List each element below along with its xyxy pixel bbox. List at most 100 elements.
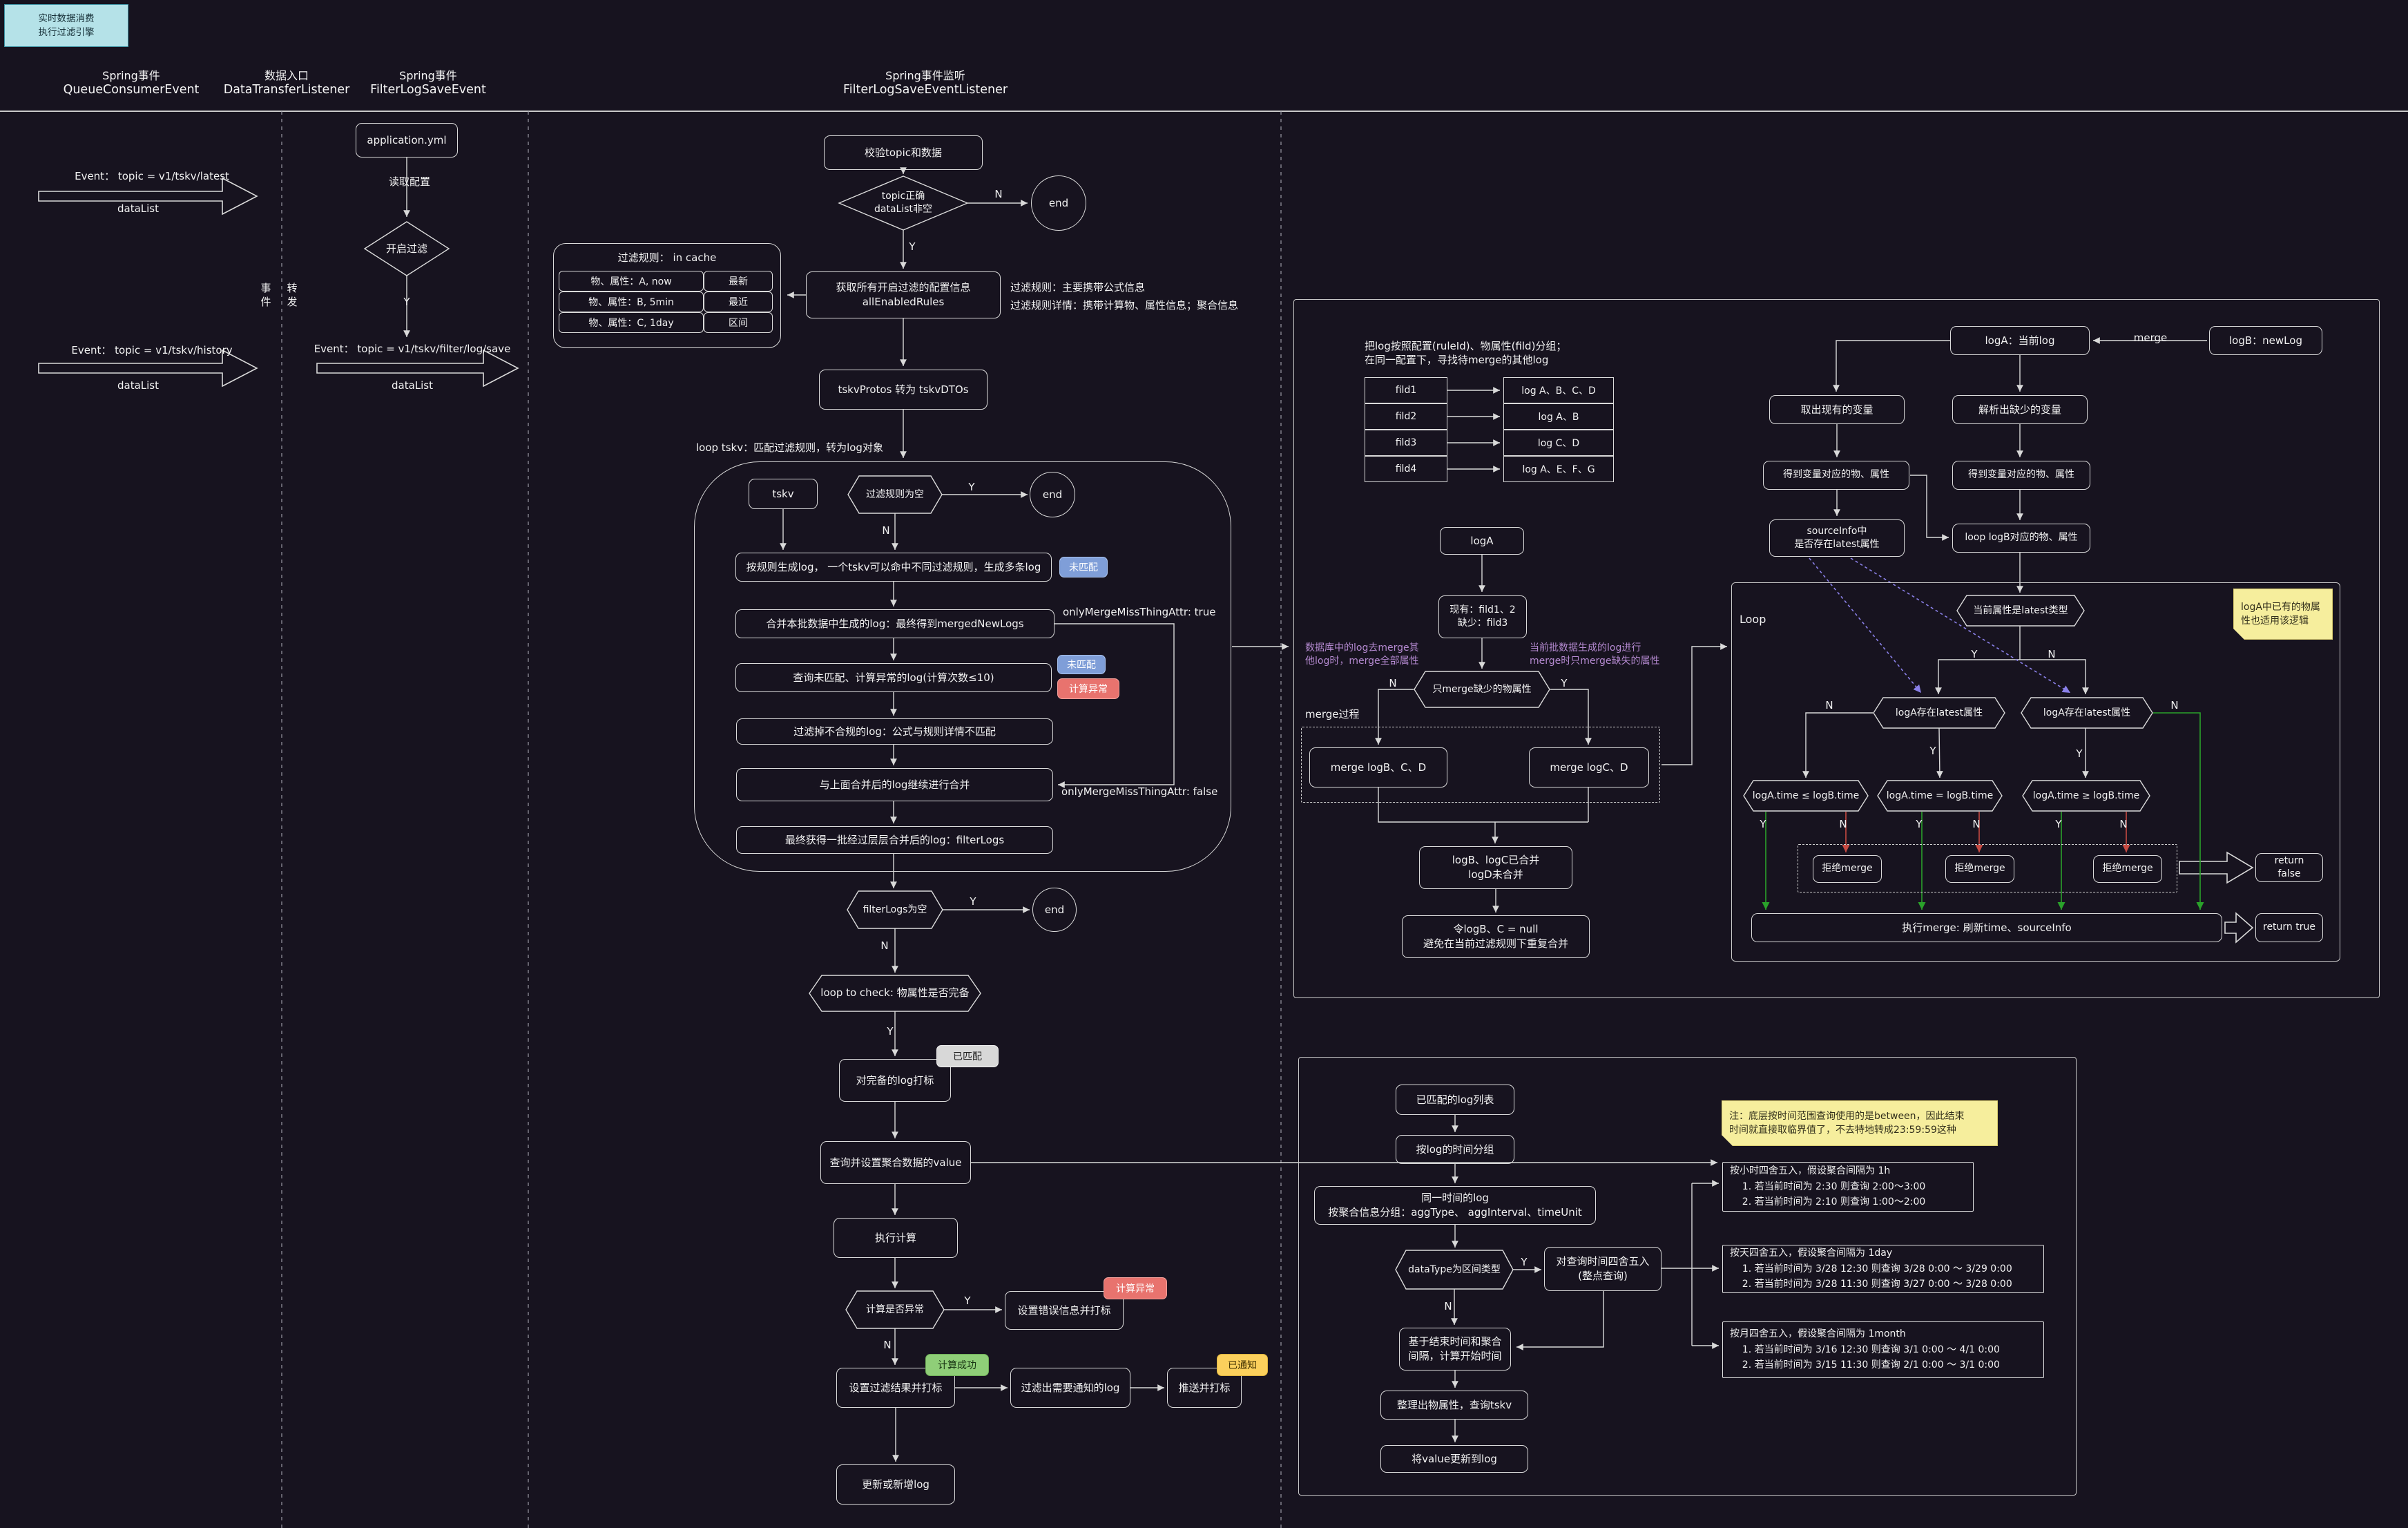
merged-state-node: logB、logC已合并 logD未合并 [1419,846,1572,889]
set-agg-value-node: 查询并设置聚合数据的value [820,1141,971,1184]
lane2-name: DataTransferListener [224,83,350,97]
note-db-merge: 数据库中的log去merge其 他log时，merge全部属性 [1305,640,1443,670]
final-logs-node: 最终获得一批经过层层合并后的log：filterLogs [736,826,1053,854]
application-yml-node: application.yml [356,123,458,157]
latest-type-decision: 当前属性是latest类型 [1957,595,2084,626]
event-history-label: Event： topic = v1/tskv/history [41,341,262,359]
filterlogs-empty-no: N [878,938,891,953]
time-eq-no: N [1970,816,1983,832]
has-latest-right-no: N [2168,698,2181,713]
get-enabled-rules-node: 获取所有开启过滤的配置信息 allEnabledRules [806,271,1001,318]
do-merge-node: 执行merge: 刷新time、sourceInfo [1751,913,2222,942]
loga-node: logA [1440,527,1524,555]
update-value-node: 将value更新到log [1380,1445,1528,1473]
calc-error-decision: 计算是否异常 [846,1291,944,1328]
return-true-node: return true [2255,913,2323,942]
take-vars-node: 取出现有的变量 [1769,395,1905,424]
time-eq-decision: logA.time = logB.time [1878,781,2002,811]
lane-header-queue-consumer: Spring事件 QueueConsumerEvent [41,61,221,102]
get-thing-attr-node: 得到变量对应的物、属性 [1763,461,1909,490]
merge-group-desc: 把log按照配置(ruleId)、物属性(fild)分组； 在同一配置下，寻找待… [1365,334,1661,372]
get-thing-attr-node: 得到变量对应的物、属性 [1952,461,2090,490]
cache-row-key: 物、属性：A, now [559,271,704,292]
convert-dto-node: tskvProtos 转为 tskvDTOs [819,370,988,410]
has-latest-left-no: N [1823,698,1836,713]
note-current-merge: 当前批数据生成的log进行 merge时只merge缺失的属性 [1530,640,1679,670]
latest-type-yes: Y [1968,647,1981,662]
gate-yes-label: Y [401,294,413,309]
run-calc-node: 执行计算 [834,1218,958,1258]
interval-yes: Y [1518,1254,1530,1270]
round-month-example: 按月四舍五入，假设聚合间隔为 1month 1. 若当前时间为 3/16 12:… [1722,1321,2044,1378]
merge-all-node: merge logB、C、D [1309,747,1447,787]
event-latest-payload: dataList [83,200,193,217]
return-false-node: return false [2255,853,2323,882]
lane4-name: FilterLogSaveEventListener [843,83,1008,97]
interval-type-decision: dataType为区间类型 [1396,1250,1513,1289]
badge-unmatched: 未匹配 [1059,557,1108,577]
decision-no-label: N [992,187,1005,202]
upsert-log-node: 更新或新增log [836,1464,955,1505]
read-config-label: 读取配置 [378,174,441,189]
reject-merge-node: 拒绝merge [1813,855,1882,883]
log-group-cell: log A、B [1503,403,1614,430]
calc-start-time-node: 基于结束时间和聚合 间隔，计算开始时间 [1399,1328,1511,1371]
log-group-cell: log A、E、F、G [1503,456,1614,482]
badge-unmatched: 未匹配 [1057,655,1106,674]
lane1-type: Spring事件 [102,66,160,83]
lane4-type: Spring事件监听 [885,66,965,83]
end-node: end [1032,888,1077,932]
loop-note: logA中已有的物属性也适用该逻辑 [2233,589,2333,640]
cache-row-key: 物、属性：C, 1day [559,312,704,333]
filterlogs-empty-yes: Y [967,894,979,909]
merge-more-node: 与上面合并后的log继续进行合并 [736,768,1053,801]
rules-empty-decision: 过滤规则为空 [848,476,942,513]
group-by-agg-node: 同一时间的log 按聚合信息分组：aggType、 aggInterval、ti… [1314,1186,1596,1225]
reject-merge-node: 拒绝merge [1945,855,2014,883]
generate-log-node: 按规则生成log， 一个tskv可以命中不同过滤规则，生成多条log [735,553,1052,582]
filter-invalid-node: 过滤掉不合规的log：公式与规则详情不匹配 [736,718,1053,745]
mark-complete-node: 对完备的log打标 [839,1059,951,1102]
loga-has-latest-decision: logA存在latest属性 [1874,698,2005,728]
collect-query-node: 整理出物属性，查询tskv [1380,1391,1528,1420]
topic-valid-decision: topic正确 dataList非空 [839,176,967,230]
only-miss-yes: Y [1558,676,1570,691]
lane2-type: 数据入口 [264,66,309,83]
matched-list-node: 已匹配的log列表 [1396,1085,1514,1115]
cache-row-key: 物、属性：B, 5min [559,292,704,312]
fild-cell: fild2 [1365,403,1447,430]
cache-row-value: 最新 [704,271,773,292]
time-eq-yes: Y [1913,816,1925,832]
only-miss-no: N [1387,676,1399,691]
merge-edge-label: merge [2128,330,2173,345]
round-day-example: 按天四舍五入，假设聚合间隔为 1day 1. 若当前时间为 3/28 12:30… [1722,1245,2044,1293]
has-latest-right-yes: Y [2073,746,2086,761]
lane3-type: Spring事件 [399,66,457,83]
time-ge-no: N [2117,816,2130,832]
badge-calc-error: 计算异常 [1057,678,1119,699]
validate-topic-node: 校验topic和数据 [824,135,983,170]
event-save-label: Event： topic = v1/tskv/filter/log/save [302,340,523,358]
merge-miss-node: merge logC、D [1529,747,1649,787]
cache-row-value: 最近 [704,292,773,312]
merge-batch-node: 合并本批数据中生成的log：最终得到mergedNewLogs [735,609,1054,638]
only-merge-false-note: onlyMergeMissThingAttr: false [1061,783,1255,800]
round-hour-example: 按小时四舍五入，假设聚合间隔为 1h 1. 若当前时间为 2:30 则查询 2:… [1722,1162,1974,1212]
fild-cell: fild4 [1365,456,1447,482]
loop-check-yes: Y [884,1024,896,1039]
set-null-node: 令logB、C = null 避免在当前过滤规则下重复合并 [1402,915,1590,958]
loop-check-decision: loop to check: 物属性是否完备 [809,975,981,1011]
end-node: end [1031,175,1086,231]
badge-notified: 已通知 [1217,1354,1268,1376]
has-latest-left-yes: Y [1927,743,1939,758]
end-node: end [1030,472,1075,517]
diagram-title-badge: 实时数据消费 执行过滤引擎 [4,4,128,47]
calc-error-yes: Y [961,1293,974,1308]
filter-notify-node: 过滤出需要通知的log [1010,1368,1130,1408]
lane-header-filter-log-save-event: Spring事件 FilterLogSaveEvent [338,61,518,102]
calc-error-no: N [881,1337,894,1353]
fild-cell: fild1 [1365,377,1447,403]
fild-cell: fild3 [1365,430,1447,456]
forward-label-forward: 转 发 [285,278,300,312]
event-latest-label: Event： topic = v1/tskv/latest [41,167,262,185]
